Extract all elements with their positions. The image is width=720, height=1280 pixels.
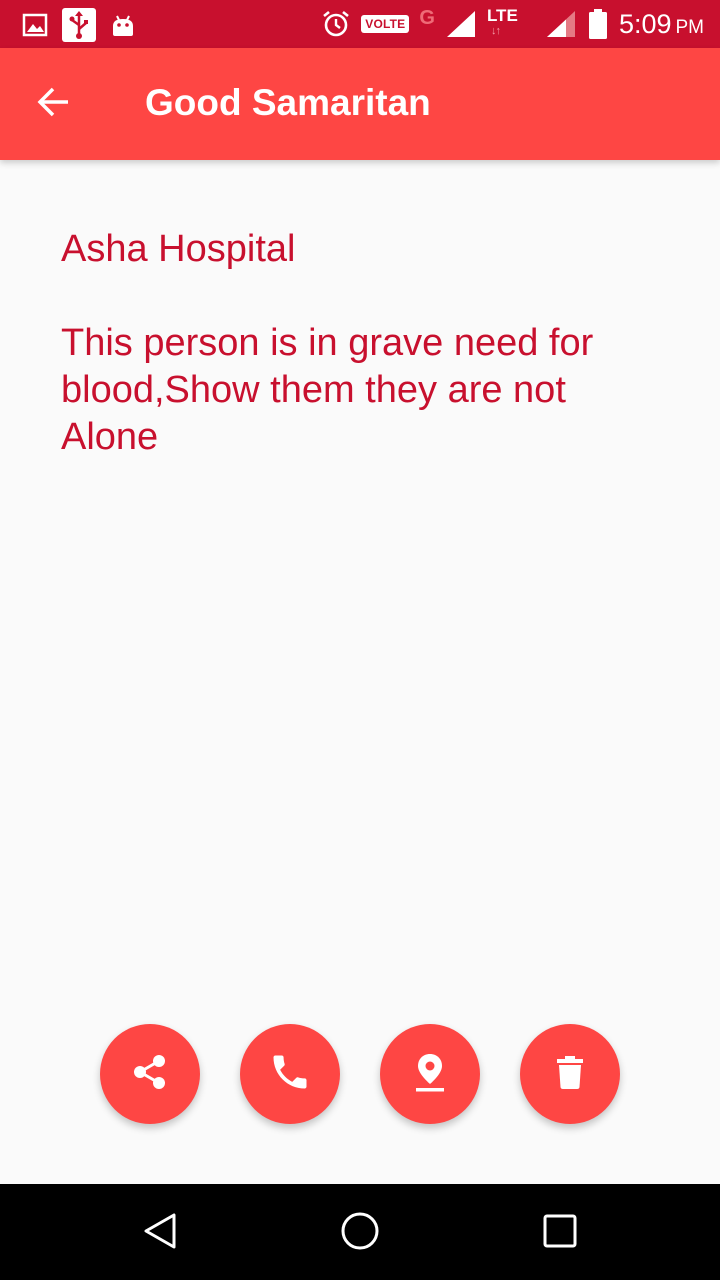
- back-triangle-icon: [140, 1211, 180, 1256]
- app-bar: Good Samaritan: [0, 48, 720, 160]
- trash-icon: [550, 1052, 590, 1097]
- usb-icon: [62, 8, 96, 42]
- app-title: Good Samaritan: [145, 82, 431, 123]
- status-bar: VOLTE G LTE ↓↑ 5:09 PM: [0, 0, 720, 48]
- data-activity-icon: ↓↑: [490, 25, 501, 37]
- location-pin-icon: [408, 1050, 452, 1099]
- alarm-icon: [321, 9, 351, 39]
- network-type-g: G: [419, 6, 435, 29]
- status-clock: 5:09 PM: [619, 9, 704, 40]
- phone-icon: [268, 1050, 312, 1099]
- clock-time: 5:09: [618, 8, 672, 39]
- system-status: VOLTE G LTE ↓↑ 5:09 PM: [321, 5, 704, 43]
- lte-label: LTE: [486, 6, 518, 25]
- back-button[interactable]: [26, 76, 82, 132]
- image-notification-icon: [22, 12, 48, 38]
- clock-ampm: PM: [675, 16, 705, 38]
- signal-2-icon: [545, 9, 577, 39]
- location-button[interactable]: [380, 1024, 480, 1124]
- delete-button[interactable]: [520, 1024, 620, 1124]
- lte-indicator: LTE ↓↑: [487, 5, 535, 43]
- nav-back-button[interactable]: [135, 1208, 185, 1258]
- home-circle-icon: [339, 1210, 381, 1257]
- arrow-back-icon: [36, 84, 72, 125]
- share-icon: [128, 1050, 172, 1099]
- share-button[interactable]: [100, 1024, 200, 1124]
- battery-icon: [587, 8, 609, 40]
- call-button[interactable]: [240, 1024, 340, 1124]
- hospital-name: Asha Hospital: [61, 228, 296, 270]
- nav-home-button[interactable]: [335, 1208, 385, 1258]
- notification-icons: [22, 8, 136, 42]
- recents-square-icon: [541, 1212, 579, 1255]
- nav-recents-button[interactable]: [535, 1208, 585, 1258]
- system-nav-bar: [0, 1184, 720, 1280]
- request-message: This person is in grave need for blood,S…: [61, 322, 594, 458]
- android-icon: [110, 12, 136, 38]
- request-details: Asha Hospital This person is in grave ne…: [61, 224, 661, 461]
- signal-icon: [445, 9, 477, 39]
- action-buttons: [0, 1024, 720, 1124]
- volte-badge: VOLTE: [361, 15, 410, 33]
